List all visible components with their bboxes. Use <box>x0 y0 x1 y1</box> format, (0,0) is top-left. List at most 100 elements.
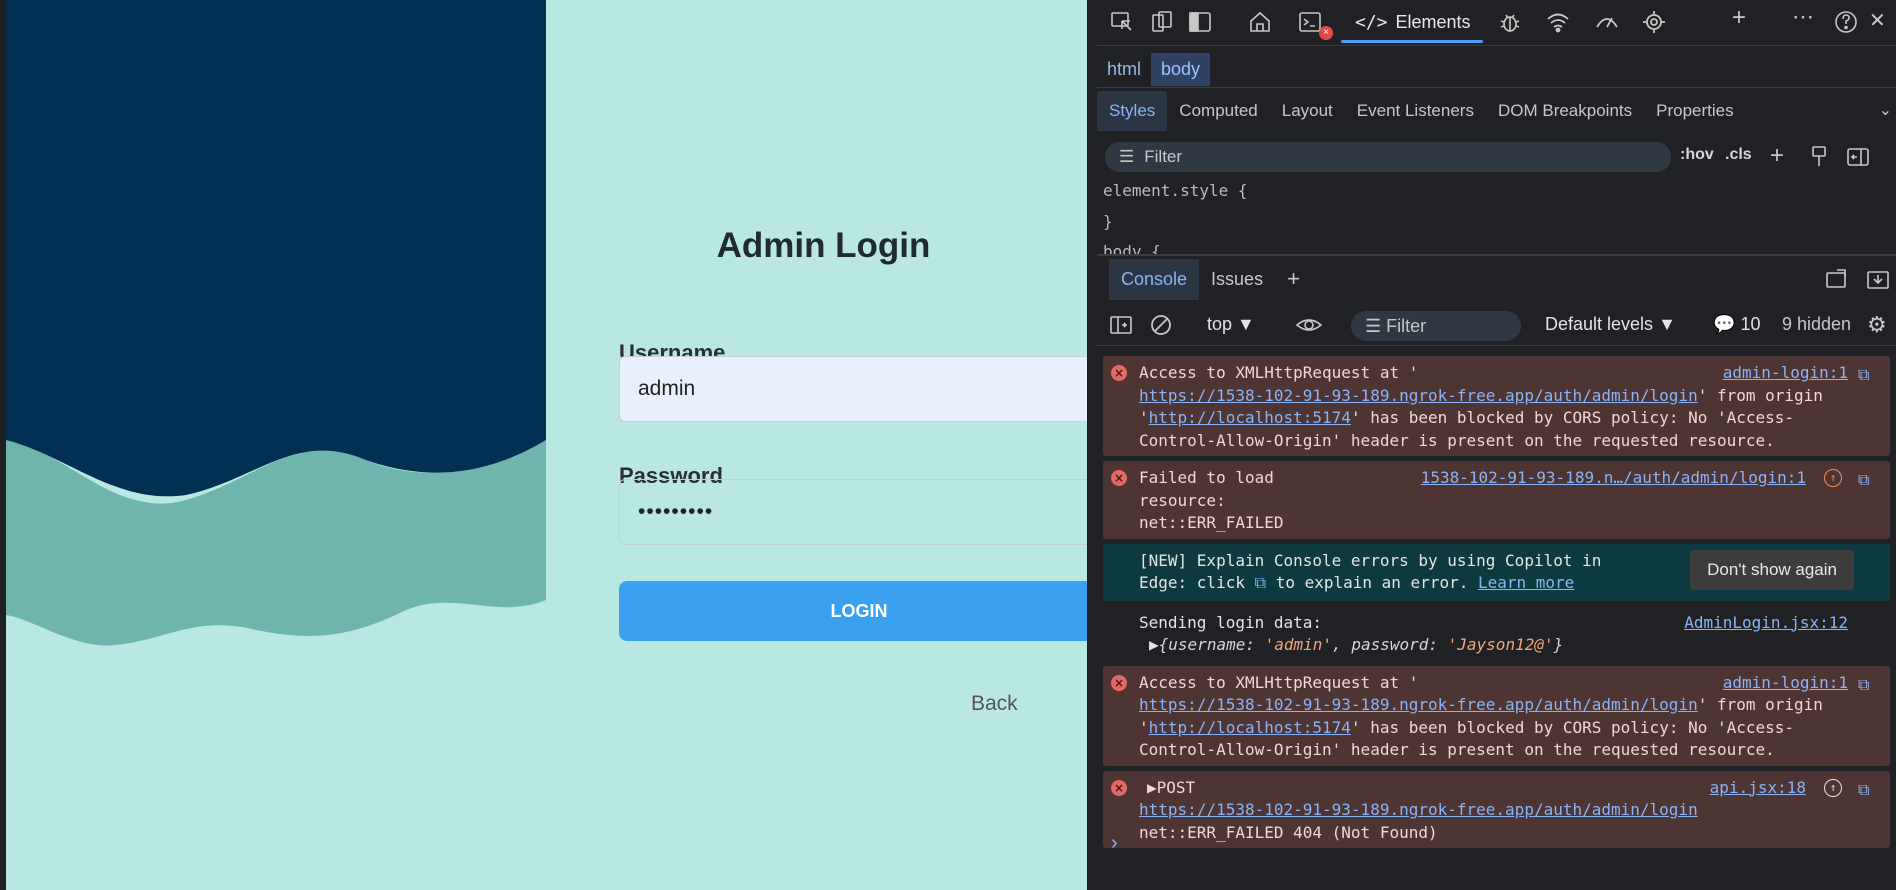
tab-issues[interactable]: Issues <box>1199 259 1275 300</box>
object-key: username <box>1168 635 1246 654</box>
object-key: password <box>1351 635 1429 654</box>
logged-object[interactable]: ▶{username: 'admin', password: 'Jayson12… <box>1139 634 1854 657</box>
log-levels-label: Default levels <box>1545 314 1654 334</box>
drawer-tabbar: Console Issues + <box>1097 254 1896 302</box>
hov-toggle[interactable]: :hov <box>1680 146 1714 164</box>
performance-icon[interactable] <box>1594 9 1620 35</box>
expand-triangle-icon[interactable]: ▶ <box>1147 778 1157 797</box>
message-text: Edge: click <box>1139 573 1245 592</box>
cpu-settings-icon[interactable] <box>1641 9 1667 35</box>
origin-link[interactable]: http://localhost:5174 <box>1149 718 1351 737</box>
network-wifi-icon[interactable] <box>1545 9 1571 35</box>
console-filter-input[interactable]: ☰ Filter <box>1351 311 1521 341</box>
close-drawer-icon[interactable] <box>1865 266 1891 292</box>
copilot-icon[interactable]: ⧉ <box>1858 364 1878 384</box>
console-filter-placeholder: Filter <box>1386 316 1427 336</box>
new-rule-icon[interactable]: + <box>1770 142 1796 169</box>
cls-toggle[interactable]: .cls <box>1725 146 1752 164</box>
learn-more-link[interactable]: Learn more <box>1478 573 1574 592</box>
message-text: Access to XMLHttpRequest at ' <box>1139 363 1419 382</box>
request-url-link[interactable]: https://1538-102-91-93-189.ngrok-free.ap… <box>1139 695 1698 714</box>
wave-illustration <box>6 0 546 890</box>
tab-console[interactable]: Console <box>1109 258 1200 300</box>
login-button[interactable]: LOGIN <box>619 581 1087 641</box>
clear-console-icon[interactable] <box>1149 313 1173 337</box>
message-text: ' has been blocked by CORS policy: No 'A… <box>1350 408 1795 427</box>
message-source-link[interactable]: AdminLogin.jsx:12 <box>1684 612 1848 635</box>
console-prompt-chevron-icon[interactable]: › <box>1111 832 1118 855</box>
object-value: 'admin' <box>1264 635 1333 654</box>
sidebar-toggle-icon[interactable] <box>1845 144 1871 170</box>
styles-tabbar: Styles Computed Layout Event Listeners D… <box>1097 90 1896 132</box>
breadcrumb-body[interactable]: body <box>1151 53 1211 86</box>
tab-dom-breakpoints[interactable]: DOM Breakpoints <box>1486 91 1644 131</box>
tab-styles[interactable]: Styles <box>1097 91 1168 131</box>
style-rule-close: } <box>1103 212 1113 231</box>
device-toolbar-icon[interactable] <box>1149 9 1175 35</box>
log-levels-select[interactable]: Default levels ▼ <box>1545 314 1676 335</box>
message-text: to explain an error. <box>1275 573 1469 592</box>
console-sidebar-icon[interactable] <box>1109 313 1133 337</box>
dont-show-again-button[interactable]: Don't show again <box>1690 549 1854 590</box>
message-text: ' from origin <box>1697 695 1823 714</box>
message-text: net::ERR_FAILED 404 (Not Found) <box>1139 822 1438 842</box>
message-text: ' <box>1139 408 1149 427</box>
inspect-icon[interactable] <box>1109 9 1135 35</box>
tab-computed[interactable]: Computed <box>1167 91 1269 131</box>
username-input[interactable]: admin <box>619 356 1087 422</box>
home-icon[interactable] <box>1247 9 1273 35</box>
message-text: ' <box>1139 717 1149 737</box>
app-viewport: Admin Login Username admin Password ••••… <box>6 0 1088 890</box>
request-url-link[interactable]: https://1538-102-91-93-189.ngrok-free.ap… <box>1139 386 1698 405</box>
message-text: Control-Allow-Origin' header is present … <box>1139 430 1775 450</box>
origin-link[interactable]: http://localhost:5174 <box>1149 408 1351 427</box>
live-expression-eye-icon[interactable] <box>1295 313 1323 337</box>
message-source-link[interactable]: 1538-102-91-93-189.n…/auth/admin/login:1 <box>1421 467 1806 490</box>
network-request-icon[interactable]: ↑ <box>1824 469 1842 487</box>
copilot-icon[interactable]: ⧉ <box>1858 469 1878 489</box>
message-source-link[interactable]: admin-login:1 <box>1723 362 1848 385</box>
dock-side-icon[interactable] <box>1187 9 1213 35</box>
more-options-icon[interactable]: ⋯ <box>1792 4 1818 30</box>
copilot-icon[interactable]: ⧉ <box>1858 674 1878 694</box>
error-badge: × <box>1319 26 1333 40</box>
message-text: net::ERR_FAILED <box>1139 513 1284 532</box>
message-text: Access to XMLHttpRequest at ' <box>1139 672 1419 692</box>
console-messages: × admin-login:1 ⧉ Access to XMLHttpReque… <box>1103 356 1890 853</box>
copilot-icon: ⧉ <box>1254 573 1267 592</box>
bug-icon[interactable] <box>1497 9 1523 35</box>
dropdown-arrow-icon: ▼ <box>1237 314 1255 334</box>
expand-triangle-icon[interactable]: ▶ <box>1149 635 1159 654</box>
context-label: top <box>1207 314 1233 334</box>
add-drawer-tab-icon[interactable]: + <box>1275 256 1312 302</box>
tab-elements[interactable]: </> Elements <box>1355 0 1471 44</box>
code-icon: </> <box>1355 11 1388 33</box>
tab-layout[interactable]: Layout <box>1270 91 1345 131</box>
filter-icon: ☰ <box>1365 316 1382 336</box>
console-toolbar: top ▼ ☰ Filter Default levels ▼ 💬 10 9 h… <box>1097 306 1896 346</box>
message-count[interactable]: 💬 10 <box>1713 314 1760 335</box>
console-settings-gear-icon[interactable]: ⚙ <box>1867 312 1887 338</box>
close-devtools-icon[interactable]: ✕ <box>1869 8 1895 34</box>
tab-event-listeners[interactable]: Event Listeners <box>1345 91 1486 131</box>
styles-filter-input[interactable]: ☰ Filter <box>1105 142 1671 172</box>
network-request-icon[interactable]: ↑ <box>1824 778 1842 797</box>
message-text: Control-Allow-Origin' header is present … <box>1139 740 1775 759</box>
error-icon: × <box>1111 779 1127 796</box>
message-bubble-icon: 💬 <box>1713 314 1736 334</box>
paint-brush-icon[interactable] <box>1807 144 1833 170</box>
help-icon[interactable] <box>1833 9 1859 35</box>
undock-icon[interactable] <box>1823 266 1849 292</box>
message-source-link[interactable]: api.jsx:18 <box>1710 777 1806 800</box>
request-url-link[interactable]: https://1538-102-91-93-189.ngrok-free.ap… <box>1139 800 1698 819</box>
back-link[interactable]: Back <box>971 692 1018 716</box>
message-source-link[interactable]: admin-login:1 <box>1723 672 1848 695</box>
add-tab-icon[interactable]: + <box>1732 4 1758 31</box>
tab-properties[interactable]: Properties <box>1644 91 1745 131</box>
style-rule-body: body { <box>1103 242 1161 254</box>
password-input[interactable]: ••••••••• <box>619 479 1087 545</box>
chevron-down-icon[interactable]: ⌄ <box>1879 100 1892 120</box>
breadcrumb-html[interactable]: html <box>1097 53 1151 86</box>
context-select[interactable]: top ▼ <box>1207 314 1255 335</box>
copilot-icon[interactable]: ⧉ <box>1858 779 1878 799</box>
